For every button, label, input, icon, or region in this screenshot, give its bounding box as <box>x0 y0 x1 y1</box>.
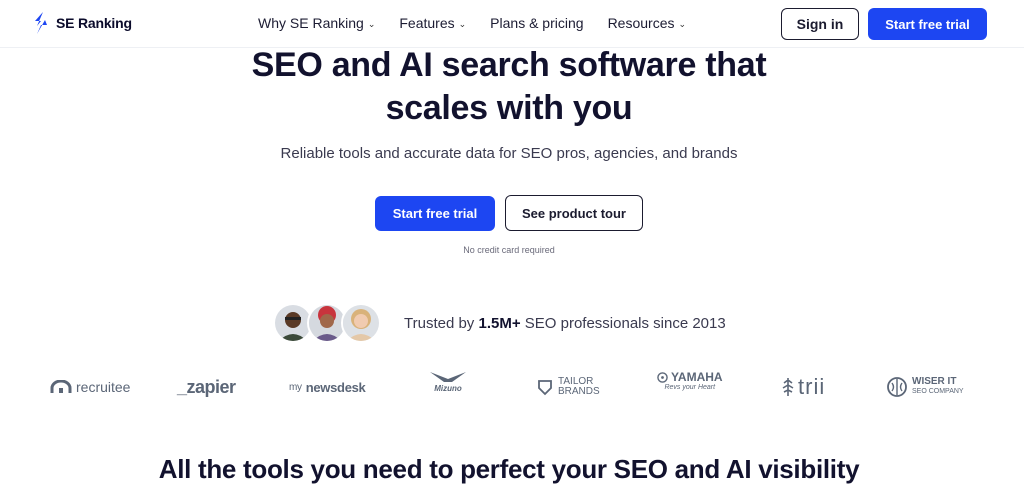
user-avatars <box>273 303 385 343</box>
tailor-brands-logo: TAILOR BRANDS <box>536 370 600 404</box>
hero-subtitle: Reliable tools and accurate data for SEO… <box>280 145 738 162</box>
tools-section-title: All the tools you need to perfect your S… <box>158 454 860 484</box>
brand-logo[interactable]: SE Ranking <box>32 12 132 34</box>
mizuno-runbird-icon <box>430 372 466 382</box>
site-header: SE Ranking Why SE Ranking ⌄ Features ⌄ P… <box>0 0 1024 48</box>
recruitee-logo: recruitee <box>50 370 130 404</box>
trii-text: trii <box>798 374 826 399</box>
mizuno-logo: Mizuno <box>428 370 468 404</box>
chevron-down-icon: ⌄ <box>367 18 376 29</box>
main-nav: Why SE Ranking ⌄ Features ⌄ Plans & pric… <box>258 15 686 31</box>
wiser-it-text: WISER IT <box>912 376 957 387</box>
seo-company-text: SEO COMPANY <box>912 388 964 395</box>
brands-text: BRANDS <box>558 386 600 397</box>
yamaha-text: YAMAHA <box>671 370 723 384</box>
yamaha-tagline: Revs your Heart <box>664 384 716 391</box>
trii-logo: trii <box>782 370 825 404</box>
yamaha-tuning-fork-icon <box>657 371 668 383</box>
product-tour-button[interactable]: See product tour <box>505 195 643 231</box>
nav-label: Why SE Ranking <box>258 15 364 31</box>
trusted-count: 1.5M+ <box>478 315 521 332</box>
hero-title-line-1: SEO and AI search software that <box>251 46 767 84</box>
recruitee-icon <box>50 380 72 393</box>
nav-features[interactable]: Features ⌄ <box>399 15 466 31</box>
chevron-down-icon: ⌄ <box>458 18 467 29</box>
sign-in-button[interactable]: Sign in <box>781 8 859 40</box>
newsdesk-text: newsdesk <box>305 379 366 395</box>
newsdesk-logo: my newsdesk <box>289 370 366 404</box>
yamaha-logo: YAMAHA Revs your Heart <box>657 370 723 404</box>
brand-name: SE Ranking <box>56 15 132 31</box>
recruitee-text: recruitee <box>76 379 131 395</box>
hero-title: SEO and AI search software that scales w… <box>0 44 1018 130</box>
trusted-suffix: SEO professionals since 2013 <box>520 315 726 332</box>
wiser-it-logo: WISER IT SEO COMPANY <box>886 370 964 404</box>
chevron-down-icon: ⌄ <box>678 18 687 29</box>
tailor-brands-icon <box>538 380 552 396</box>
zapier-logo: _zapier <box>177 370 236 404</box>
nav-why-se-ranking[interactable]: Why SE Ranking ⌄ <box>258 15 375 31</box>
trusted-prefix: Trusted by <box>404 315 479 332</box>
trusted-by-text: Trusted by 1.5M+ SEO professionals since… <box>404 315 726 332</box>
nav-plans-pricing[interactable]: Plans & pricing <box>490 15 583 31</box>
nav-label: Resources <box>607 15 675 31</box>
avatar <box>341 303 381 343</box>
se-ranking-logo-icon <box>35 12 47 34</box>
wiser-brain-icon <box>887 377 907 397</box>
mizuno-text: Mizuno <box>434 384 462 393</box>
zapier-text: _zapier <box>177 376 236 397</box>
nav-label: Plans & pricing <box>490 15 584 31</box>
newsdesk-prefix: my <box>289 381 302 393</box>
nav-resources[interactable]: Resources ⌄ <box>608 15 686 31</box>
header-start-trial-button[interactable]: Start free trial <box>868 8 987 40</box>
nav-label: Features <box>399 15 455 31</box>
no-credit-card-note: No credit card required <box>463 245 555 255</box>
client-logos: recruitee _zapier my newsdesk Mizuno TAIL… <box>0 370 1024 404</box>
hero-start-trial-button[interactable]: Start free trial <box>375 196 495 231</box>
hero-title-line-2: scales with you <box>385 89 633 127</box>
trii-tree-icon <box>782 378 794 396</box>
